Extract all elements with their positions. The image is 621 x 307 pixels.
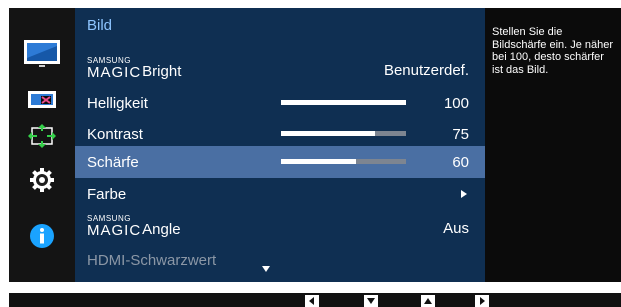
samsung-magic-logo: SAMSUNG MAGIC	[87, 214, 142, 239]
menu-item-label: Schärfe	[87, 154, 139, 171]
menu-item-value: 60	[452, 154, 469, 171]
menu-item-farbe[interactable]: Farbe	[75, 178, 485, 210]
menu-item-value: 75	[452, 126, 469, 143]
up-arrow-key-icon[interactable]	[421, 295, 435, 307]
menu-item-label: SAMSUNG MAGIC Bright	[87, 56, 182, 81]
settings-icon[interactable]	[9, 160, 75, 200]
left-arrow-key-icon[interactable]	[305, 295, 319, 307]
menu-title: Bild	[87, 17, 113, 34]
menu-item-hdmi-schwarzwert: HDMI-Schwarzwert	[75, 244, 485, 276]
menu-item-label: SAMSUNG MAGIC Angle	[87, 214, 181, 239]
contrast-slider[interactable]	[281, 131, 406, 136]
menu-item-value: Aus	[443, 220, 469, 237]
chevron-right-icon	[461, 190, 467, 198]
down-arrow-key-icon[interactable]	[364, 295, 378, 307]
help-text: Stellen Sie die Bildschärfe ein. Je nähe…	[492, 26, 614, 76]
size-position-icon[interactable]	[9, 116, 75, 156]
help-panel: Stellen Sie die Bildschärfe ein. Je nähe…	[485, 8, 621, 282]
slider-fill	[281, 159, 356, 164]
menu-item-value: Benutzerdef.	[383, 62, 469, 79]
navigation-key-bar	[9, 293, 621, 307]
slider-fill	[281, 131, 375, 136]
slider-fill	[281, 100, 406, 105]
sharpness-slider[interactable]	[281, 159, 406, 164]
color-icon[interactable]	[9, 80, 75, 120]
picture-menu: Bild SAMSUNG MAGIC Bright Benutzerdef. H…	[75, 8, 485, 282]
brightness-slider[interactable]	[281, 100, 406, 105]
menu-item-helligkeit[interactable]: Helligkeit 100	[75, 87, 485, 119]
menu-item-label: Farbe	[87, 186, 127, 203]
menu-item-label: Kontrast	[87, 126, 143, 143]
category-sidebar	[9, 8, 75, 282]
right-arrow-key-icon[interactable]	[475, 295, 489, 307]
picture-icon[interactable]	[9, 34, 75, 74]
samsung-magic-logo: SAMSUNG MAGIC	[87, 56, 142, 81]
menu-item-magic-angle[interactable]: SAMSUNG MAGIC Angle Aus	[75, 212, 485, 244]
scroll-down-icon	[262, 266, 270, 272]
menu-item-magic-bright[interactable]: SAMSUNG MAGIC Bright Benutzerdef.	[75, 54, 485, 86]
menu-item-label: Helligkeit	[87, 95, 148, 112]
menu-item-schaerfe[interactable]: Schärfe 60	[75, 146, 485, 178]
menu-item-label: HDMI-Schwarzwert	[87, 252, 217, 269]
osd-frame: Bild SAMSUNG MAGIC Bright Benutzerdef. H…	[9, 8, 621, 282]
menu-item-value: 100	[443, 95, 469, 112]
information-icon[interactable]	[9, 216, 75, 256]
